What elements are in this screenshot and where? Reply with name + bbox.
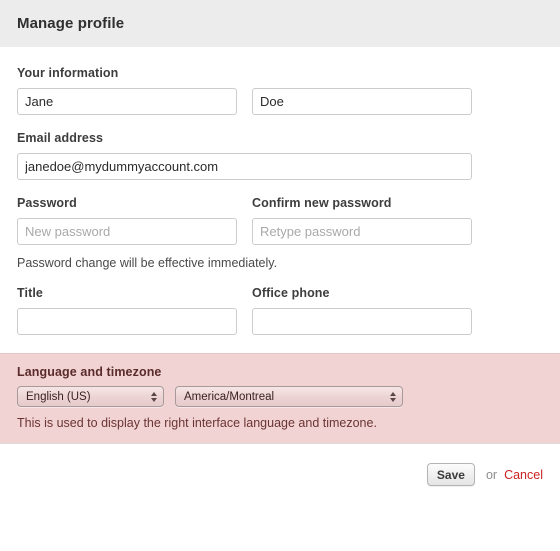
office-phone-input[interactable] <box>252 308 472 335</box>
title-phone-group: Title Office phone <box>17 270 543 335</box>
language-select[interactable]: English (US) <box>17 386 164 407</box>
page-title: Manage profile <box>17 15 125 32</box>
save-button[interactable]: Save <box>426 463 475 486</box>
timezone-select-value: America/Montreal <box>184 390 275 403</box>
confirm-password-label-col: Confirm new password <box>252 196 472 218</box>
title-label: Title <box>17 286 43 300</box>
language-timezone-section: Language and timezone English (US) Ameri… <box>0 353 560 444</box>
confirm-password-input[interactable] <box>252 218 472 245</box>
confirm-password-col <box>252 218 472 245</box>
title-col <box>17 308 237 335</box>
email-input[interactable] <box>17 153 472 180</box>
last-name-input[interactable] <box>252 88 472 115</box>
title-phone-input-row <box>17 308 543 335</box>
password-input[interactable] <box>17 218 237 245</box>
office-phone-col <box>252 308 472 335</box>
timezone-select[interactable]: America/Montreal <box>175 386 403 407</box>
confirm-password-label: Confirm new password <box>252 196 392 210</box>
email-row <box>17 153 543 180</box>
password-label: Password <box>17 196 77 210</box>
language-timezone-select-row: English (US) America/Montreal <box>17 386 543 407</box>
title-label-col: Title <box>17 286 237 308</box>
email-label: Email address <box>17 131 104 145</box>
language-select-value: English (US) <box>26 390 91 403</box>
language-timezone-label: Language and timezone <box>17 365 162 379</box>
email-col <box>17 153 472 180</box>
name-row <box>17 88 543 115</box>
your-information-group: Your information <box>17 47 543 115</box>
email-group: Email address <box>17 115 543 180</box>
password-col <box>17 218 237 245</box>
panel-header: Manage profile <box>0 0 560 47</box>
panel-body: Your information Email address <box>0 47 560 335</box>
office-phone-label-col: Office phone <box>252 286 472 308</box>
manage-profile-panel: Manage profile Your information Email ad… <box>0 0 560 551</box>
password-label-col: Password <box>17 196 237 218</box>
password-group: Password Confirm new password Password c… <box>17 180 543 270</box>
first-name-input[interactable] <box>17 88 237 115</box>
stepper-updown-icon <box>151 391 157 402</box>
password-label-row: Password Confirm new password <box>17 196 543 218</box>
your-information-label: Your information <box>17 66 119 80</box>
cancel-link[interactable]: Cancel <box>504 468 543 482</box>
panel-footer: Save or Cancel <box>0 444 560 505</box>
language-timezone-help-text: This is used to display the right interf… <box>17 416 377 430</box>
office-phone-label: Office phone <box>252 286 330 300</box>
password-input-row <box>17 218 543 245</box>
title-input[interactable] <box>17 308 237 335</box>
last-name-col <box>252 88 472 115</box>
password-help-text: Password change will be effective immedi… <box>17 256 278 270</box>
title-phone-label-row: Title Office phone <box>17 286 543 308</box>
stepper-updown-icon <box>390 391 396 402</box>
or-label: or <box>485 467 498 482</box>
first-name-col <box>17 88 237 115</box>
